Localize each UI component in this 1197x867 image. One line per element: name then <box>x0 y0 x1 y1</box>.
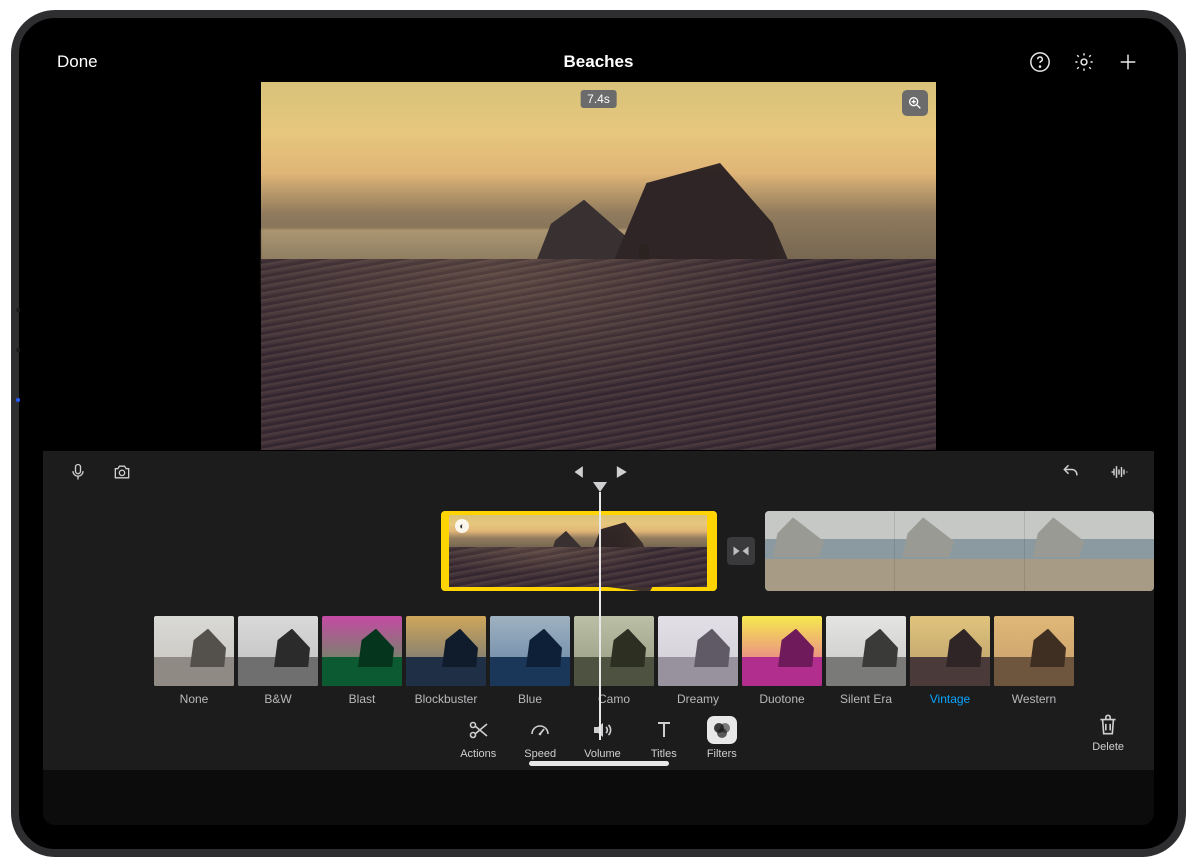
settings-gear-icon[interactable] <box>1072 50 1096 74</box>
filters-icon <box>707 716 737 744</box>
filter-silent-era[interactable]: Silent Era <box>825 616 907 706</box>
filter-blue[interactable]: Blue <box>489 616 571 706</box>
filter-thumbnail <box>742 616 822 686</box>
playhead-line[interactable] <box>599 492 601 740</box>
trash-icon <box>1095 712 1121 738</box>
frame-dot <box>16 398 20 402</box>
filter-label: Silent Era <box>825 692 907 706</box>
filter-blast[interactable]: Blast <box>321 616 403 706</box>
tool-label: Actions <box>460 748 496 760</box>
filter-thumbnail <box>238 616 318 686</box>
timeline[interactable]: ◐ <box>43 492 1154 610</box>
filter-thumbnail <box>994 616 1074 686</box>
delete-button[interactable]: Delete <box>1092 712 1124 753</box>
filter-thumbnail <box>910 616 990 686</box>
tool-label: Speed <box>524 748 556 760</box>
tool-label: Titles <box>651 748 677 760</box>
filter-blockbuster[interactable]: Blockbuster <box>405 616 487 706</box>
titles-tool[interactable]: Titles <box>649 716 679 760</box>
speed-tool[interactable]: Speed <box>524 716 556 760</box>
video-preview[interactable]: 7.4s <box>261 82 936 450</box>
filter-thumbnail <box>322 616 402 686</box>
filter-b&w[interactable]: B&W <box>237 616 319 706</box>
audio-waveform-icon[interactable] <box>1108 461 1130 483</box>
trim-handle-right[interactable] <box>707 511 717 591</box>
frame-dot <box>16 348 20 352</box>
skip-to-start-icon[interactable] <box>566 461 588 483</box>
filter-western[interactable]: Western <box>993 616 1075 706</box>
frame-dot <box>16 308 20 312</box>
filter-thumbnail <box>406 616 486 686</box>
filter-label: Blockbuster <box>405 692 487 706</box>
filter-label: Western <box>993 692 1075 706</box>
filter-label: None <box>153 692 235 706</box>
actions-tool[interactable]: Actions <box>460 716 496 760</box>
home-indicator[interactable] <box>529 761 669 766</box>
clip-duration-badge: 7.4s <box>580 90 617 108</box>
preview-frame-image <box>261 82 936 450</box>
project-title: Beaches <box>43 52 1154 72</box>
filter-none[interactable]: None <box>153 616 235 706</box>
tool-label: Filters <box>707 748 737 760</box>
clip-filter-indicator-icon: ◐ <box>455 519 469 533</box>
ipad-device-frame: Done Beaches <box>11 10 1186 857</box>
delete-label: Delete <box>1092 741 1124 753</box>
tool-label: Volume <box>584 748 621 760</box>
app-screen: Done Beaches <box>43 42 1154 825</box>
volume-tool[interactable]: Volume <box>584 716 621 760</box>
filter-label: Blast <box>321 692 403 706</box>
camera-icon[interactable] <box>111 461 133 483</box>
text-icon <box>649 716 679 744</box>
play-icon[interactable] <box>610 461 632 483</box>
filter-label: Blue <box>489 692 571 706</box>
filter-thumbnail <box>826 616 906 686</box>
transition-icon[interactable] <box>727 537 755 565</box>
filter-camo[interactable]: Camo <box>573 616 655 706</box>
playhead-marker-icon <box>593 482 607 492</box>
top-bar: Done Beaches <box>43 42 1154 82</box>
speaker-icon <box>587 716 617 744</box>
filter-label: Vintage <box>909 692 991 706</box>
topbar-right <box>1028 50 1140 74</box>
help-icon[interactable] <box>1028 50 1052 74</box>
filter-thumbnail <box>658 616 738 686</box>
undo-icon[interactable] <box>1060 461 1082 483</box>
preview-area: 7.4s <box>43 82 1154 450</box>
filter-duotone[interactable]: Duotone <box>741 616 823 706</box>
filter-vintage[interactable]: Vintage <box>909 616 991 706</box>
timeline-clip[interactable] <box>765 511 1154 591</box>
add-media-icon[interactable] <box>1116 50 1140 74</box>
filter-label: Camo <box>573 692 655 706</box>
filter-label: B&W <box>237 692 319 706</box>
voiceover-mic-icon[interactable] <box>67 461 89 483</box>
zoom-preview-icon[interactable] <box>902 90 928 116</box>
filter-thumbnail <box>490 616 570 686</box>
filter-thumbnail <box>154 616 234 686</box>
scissors-icon <box>463 716 493 744</box>
done-button[interactable]: Done <box>57 52 98 72</box>
timeline-clip-selected[interactable]: ◐ <box>441 511 717 591</box>
filter-thumbnail <box>574 616 654 686</box>
filter-dreamy[interactable]: Dreamy <box>657 616 739 706</box>
speedometer-icon <box>525 716 555 744</box>
filter-label: Dreamy <box>657 692 739 706</box>
filters-tool[interactable]: Filters <box>707 716 737 760</box>
filter-label: Duotone <box>741 692 823 706</box>
